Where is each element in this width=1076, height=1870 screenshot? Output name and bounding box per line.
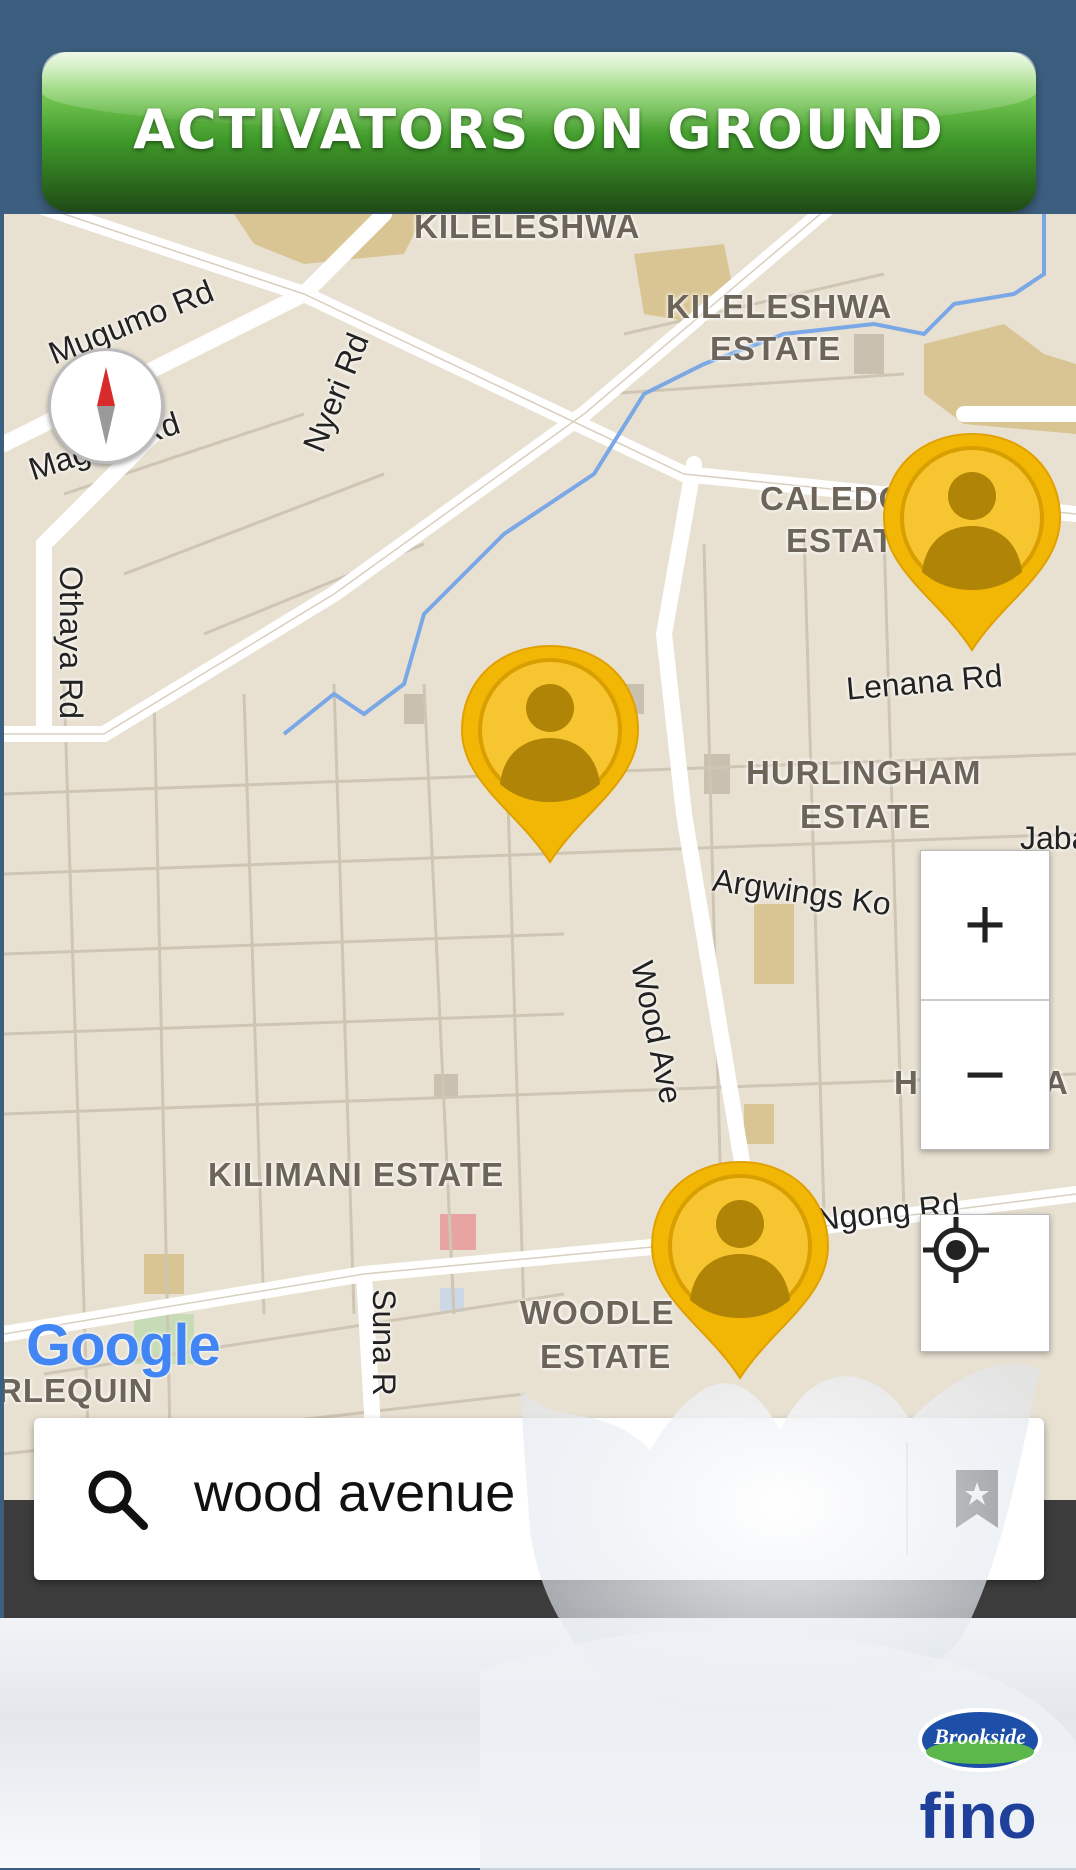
zoom-in-button[interactable]: + xyxy=(921,851,1049,999)
area-label: KILELESHWA xyxy=(666,288,893,325)
area-label: H xyxy=(894,1064,919,1101)
person-pin-icon[interactable] xyxy=(458,642,642,866)
area-label: ESTATE xyxy=(710,330,842,367)
area-label: HURLINGHAM xyxy=(746,754,982,791)
banner-title: ACTIVATORS ON GROUND xyxy=(133,98,945,161)
svg-text:Brookside: Brookside xyxy=(933,1724,1026,1749)
search-input[interactable]: wood avenue xyxy=(194,1462,515,1524)
brookside-fino-logo: Brookside fino xyxy=(898,1700,1048,1860)
road-label: Othaya Rd xyxy=(52,566,89,719)
area-label: KILIMANI ESTATE xyxy=(208,1156,505,1193)
zoom-controls: + − xyxy=(920,850,1050,1150)
svg-text:fino: fino xyxy=(919,1780,1036,1852)
compass-icon[interactable] xyxy=(48,348,164,464)
area-label: KILELESHWA xyxy=(414,214,641,245)
google-logo: Google xyxy=(26,1313,221,1378)
header-banner: ACTIVATORS ON GROUND xyxy=(42,52,1036,212)
person-pin-icon[interactable] xyxy=(880,430,1064,654)
zoom-out-button[interactable]: − xyxy=(921,1001,1049,1149)
search-icon[interactable] xyxy=(84,1466,150,1532)
road-label: Suna R xyxy=(365,1289,402,1396)
area-label: ESTATE xyxy=(800,798,932,835)
my-location-icon xyxy=(923,1217,989,1283)
